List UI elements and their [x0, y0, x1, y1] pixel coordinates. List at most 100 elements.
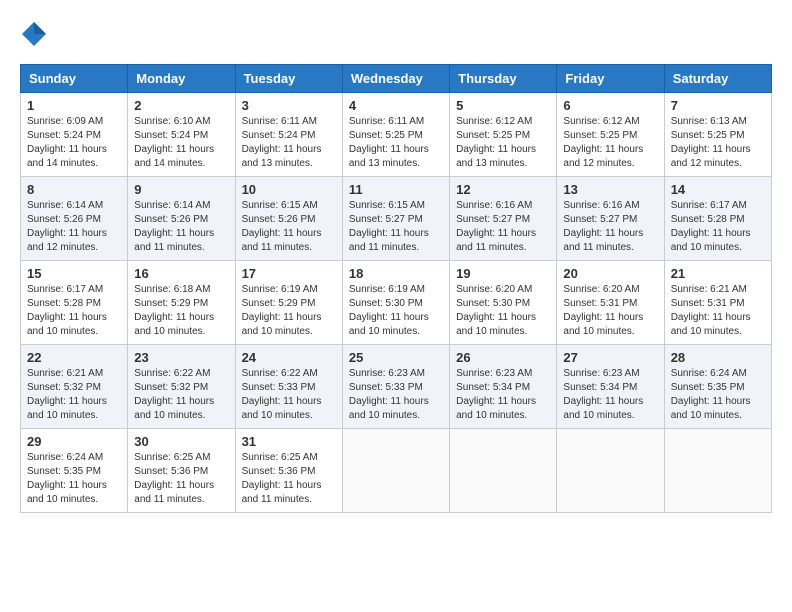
calendar-cell: 19Sunrise: 6:20 AM Sunset: 5:30 PM Dayli… — [450, 261, 557, 345]
day-number: 1 — [27, 98, 121, 113]
day-number: 4 — [349, 98, 443, 113]
calendar-cell: 11 Sunrise: 6:15 AM Sunset: 5:27 PM Dayli… — [342, 177, 449, 261]
day-info: Sunrise: 6:17 AM Sunset: 5:28 PM Dayligh… — [671, 199, 765, 255]
calendar-week-1: 1 Sunrise: 6:09 AM Sunset: 5:24 PM Daylig… — [21, 93, 772, 177]
day-number: 23 — [134, 350, 228, 365]
day-info: Sunrise: 6:20 AM Sunset: 5:31 PM Dayligh… — [563, 283, 657, 339]
calendar-cell — [557, 429, 664, 513]
day-info: Sunrise: 6:09 AM Sunset: 5:24 PM Dayligh… — [27, 115, 121, 171]
day-number: 21 — [671, 266, 765, 281]
calendar-cell: 27 Sunrise: 6:23 AM Sunset: 5:34 PM Dayli… — [557, 345, 664, 429]
page-header — [20, 20, 772, 48]
day-number: 15 — [27, 266, 121, 281]
day-info: Sunrise: 6:14 AM Sunset: 5:26 PM Dayligh… — [134, 199, 228, 255]
calendar-cell: 4 Sunrise: 6:11 AM Sunset: 5:25 PM Daylig… — [342, 93, 449, 177]
day-number: 7 — [671, 98, 765, 113]
calendar-cell — [664, 429, 771, 513]
calendar-cell — [342, 429, 449, 513]
calendar-cell: 13 Sunrise: 6:16 AM Sunset: 5:27 PM Dayli… — [557, 177, 664, 261]
day-number: 29 — [27, 434, 121, 449]
day-number: 27 — [563, 350, 657, 365]
day-number: 3 — [242, 98, 336, 113]
calendar-cell: 28Sunrise: 6:24 AM Sunset: 5:35 PM Dayli… — [664, 345, 771, 429]
column-header-tuesday: Tuesday — [235, 65, 342, 93]
column-header-friday: Friday — [557, 65, 664, 93]
day-number: 13 — [563, 182, 657, 197]
calendar-cell: 22 Sunrise: 6:21 AM Sunset: 5:32 PM Dayli… — [21, 345, 128, 429]
calendar-week-4: 22 Sunrise: 6:21 AM Sunset: 5:32 PM Dayli… — [21, 345, 772, 429]
day-info: Sunrise: 6:25 AM Sunset: 5:36 PM Dayligh… — [242, 451, 336, 507]
day-number: 5 — [456, 98, 550, 113]
day-number: 19 — [456, 266, 550, 281]
day-info: Sunrise: 6:12 AM Sunset: 5:25 PM Dayligh… — [456, 115, 550, 171]
calendar-cell: 15 Sunrise: 6:17 AM Sunset: 5:28 PM Dayli… — [21, 261, 128, 345]
calendar-cell: 29 Sunrise: 6:24 AM Sunset: 5:35 PM Dayli… — [21, 429, 128, 513]
day-number: 8 — [27, 182, 121, 197]
day-info: Sunrise: 6:11 AM Sunset: 5:24 PM Dayligh… — [242, 115, 336, 171]
day-number: 28 — [671, 350, 765, 365]
column-header-wednesday: Wednesday — [342, 65, 449, 93]
day-number: 22 — [27, 350, 121, 365]
logo-icon — [20, 20, 48, 48]
calendar-cell: 5 Sunrise: 6:12 AM Sunset: 5:25 PM Daylig… — [450, 93, 557, 177]
calendar-cell: 2 Sunrise: 6:10 AM Sunset: 5:24 PM Daylig… — [128, 93, 235, 177]
day-info: Sunrise: 6:22 AM Sunset: 5:32 PM Dayligh… — [134, 367, 228, 423]
day-info: Sunrise: 6:22 AM Sunset: 5:33 PM Dayligh… — [242, 367, 336, 423]
day-info: Sunrise: 6:21 AM Sunset: 5:31 PM Dayligh… — [671, 283, 765, 339]
day-info: Sunrise: 6:17 AM Sunset: 5:28 PM Dayligh… — [27, 283, 121, 339]
day-number: 11 — [349, 182, 443, 197]
day-number: 10 — [242, 182, 336, 197]
calendar-cell: 6 Sunrise: 6:12 AM Sunset: 5:25 PM Daylig… — [557, 93, 664, 177]
calendar-week-5: 29 Sunrise: 6:24 AM Sunset: 5:35 PM Dayli… — [21, 429, 772, 513]
column-header-thursday: Thursday — [450, 65, 557, 93]
calendar-cell: 31 Sunrise: 6:25 AM Sunset: 5:36 PM Dayli… — [235, 429, 342, 513]
day-number: 26 — [456, 350, 550, 365]
day-number: 17 — [242, 266, 336, 281]
calendar-cell: 16 Sunrise: 6:18 AM Sunset: 5:29 PM Dayli… — [128, 261, 235, 345]
day-number: 20 — [563, 266, 657, 281]
day-number: 25 — [349, 350, 443, 365]
day-info: Sunrise: 6:16 AM Sunset: 5:27 PM Dayligh… — [456, 199, 550, 255]
day-info: Sunrise: 6:19 AM Sunset: 5:29 PM Dayligh… — [242, 283, 336, 339]
day-info: Sunrise: 6:16 AM Sunset: 5:27 PM Dayligh… — [563, 199, 657, 255]
calendar-header-row: SundayMondayTuesdayWednesdayThursdayFrid… — [21, 65, 772, 93]
calendar-cell: 25 Sunrise: 6:23 AM Sunset: 5:33 PM Dayli… — [342, 345, 449, 429]
calendar-cell: 23 Sunrise: 6:22 AM Sunset: 5:32 PM Dayli… — [128, 345, 235, 429]
calendar-cell: 1 Sunrise: 6:09 AM Sunset: 5:24 PM Daylig… — [21, 93, 128, 177]
day-info: Sunrise: 6:23 AM Sunset: 5:33 PM Dayligh… — [349, 367, 443, 423]
column-header-monday: Monday — [128, 65, 235, 93]
day-info: Sunrise: 6:15 AM Sunset: 5:27 PM Dayligh… — [349, 199, 443, 255]
calendar-week-2: 8 Sunrise: 6:14 AM Sunset: 5:26 PM Daylig… — [21, 177, 772, 261]
day-info: Sunrise: 6:24 AM Sunset: 5:35 PM Dayligh… — [27, 451, 121, 507]
calendar-cell: 14 Sunrise: 6:17 AM Sunset: 5:28 PM Dayli… — [664, 177, 771, 261]
day-info: Sunrise: 6:21 AM Sunset: 5:32 PM Dayligh… — [27, 367, 121, 423]
column-header-saturday: Saturday — [664, 65, 771, 93]
day-info: Sunrise: 6:10 AM Sunset: 5:24 PM Dayligh… — [134, 115, 228, 171]
column-header-sunday: Sunday — [21, 65, 128, 93]
calendar-cell: 10 Sunrise: 6:15 AM Sunset: 5:26 PM Dayli… — [235, 177, 342, 261]
calendar-cell: 3 Sunrise: 6:11 AM Sunset: 5:24 PM Daylig… — [235, 93, 342, 177]
calendar-cell: 18Sunrise: 6:19 AM Sunset: 5:30 PM Dayli… — [342, 261, 449, 345]
calendar-cell: 20 Sunrise: 6:20 AM Sunset: 5:31 PM Dayli… — [557, 261, 664, 345]
day-info: Sunrise: 6:23 AM Sunset: 5:34 PM Dayligh… — [563, 367, 657, 423]
day-number: 2 — [134, 98, 228, 113]
calendar-cell: 17 Sunrise: 6:19 AM Sunset: 5:29 PM Dayli… — [235, 261, 342, 345]
calendar-cell: 7 Sunrise: 6:13 AM Sunset: 5:25 PM Daylig… — [664, 93, 771, 177]
day-info: Sunrise: 6:15 AM Sunset: 5:26 PM Dayligh… — [242, 199, 336, 255]
day-info: Sunrise: 6:18 AM Sunset: 5:29 PM Dayligh… — [134, 283, 228, 339]
day-number: 14 — [671, 182, 765, 197]
day-number: 16 — [134, 266, 228, 281]
day-number: 6 — [563, 98, 657, 113]
calendar-cell: 8 Sunrise: 6:14 AM Sunset: 5:26 PM Daylig… — [21, 177, 128, 261]
day-info: Sunrise: 6:13 AM Sunset: 5:25 PM Dayligh… — [671, 115, 765, 171]
day-info: Sunrise: 6:25 AM Sunset: 5:36 PM Dayligh… — [134, 451, 228, 507]
day-number: 30 — [134, 434, 228, 449]
day-info: Sunrise: 6:14 AM Sunset: 5:26 PM Dayligh… — [27, 199, 121, 255]
day-number: 18 — [349, 266, 443, 281]
calendar-cell: 12Sunrise: 6:16 AM Sunset: 5:27 PM Dayli… — [450, 177, 557, 261]
day-number: 31 — [242, 434, 336, 449]
day-info: Sunrise: 6:23 AM Sunset: 5:34 PM Dayligh… — [456, 367, 550, 423]
calendar-cell: 30 Sunrise: 6:25 AM Sunset: 5:36 PM Dayli… — [128, 429, 235, 513]
day-info: Sunrise: 6:11 AM Sunset: 5:25 PM Dayligh… — [349, 115, 443, 171]
day-info: Sunrise: 6:12 AM Sunset: 5:25 PM Dayligh… — [563, 115, 657, 171]
